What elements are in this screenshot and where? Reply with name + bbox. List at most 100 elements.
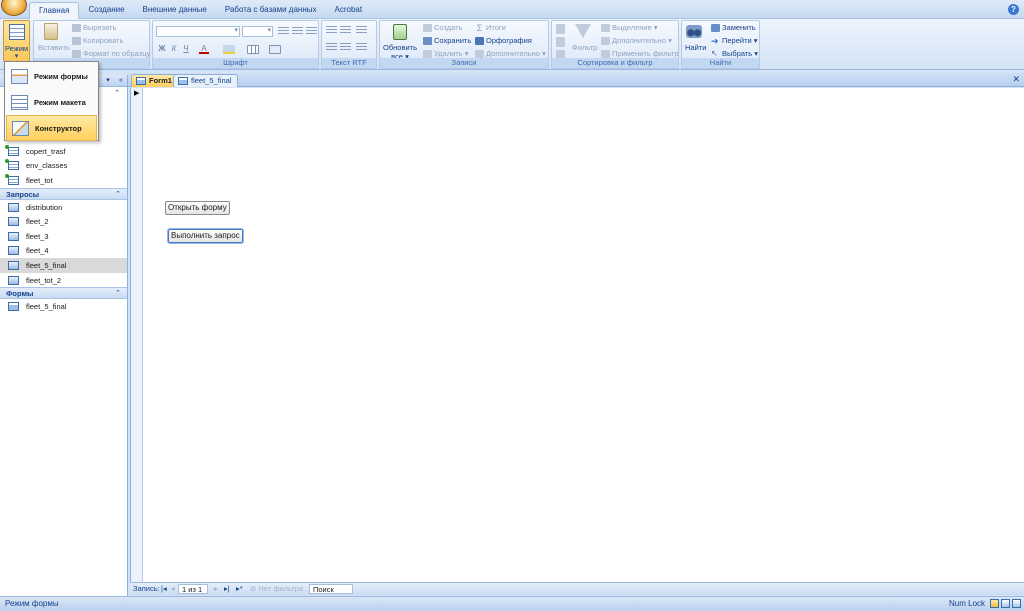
nav-item-query[interactable]: fleet_tot_2 — [0, 273, 127, 288]
arrow-right-icon: ➔ — [711, 36, 719, 47]
nav-menu-chevron-icon[interactable]: ▾ — [103, 76, 113, 86]
sort-descending-icon[interactable] — [556, 37, 565, 47]
new-record-button[interactable]: Создать — [423, 23, 463, 33]
query-icon — [8, 231, 19, 241]
font-size-combo[interactable] — [242, 26, 273, 37]
tab-external-data[interactable]: Внешние данные — [134, 2, 216, 19]
tab-create[interactable]: Создание — [79, 2, 133, 19]
records-group-text: Записи — [451, 58, 477, 67]
next-record-icon[interactable]: ▸ — [214, 584, 218, 593]
italic-button[interactable]: К — [169, 44, 179, 54]
gridlines-icon[interactable] — [247, 45, 259, 54]
select-button[interactable]: ↖ Выбрать ▾ — [711, 49, 758, 58]
tab-database-tools[interactable]: Работа с базами данных — [216, 2, 326, 19]
format-painter-button[interactable]: Формат по образцу — [72, 49, 151, 59]
delete-record-button[interactable]: Удалить ▾ — [423, 49, 469, 59]
nav-item-query[interactable]: fleet_3 — [0, 229, 127, 244]
nav-item-label: fleet_tot — [26, 175, 53, 185]
selection-button[interactable]: Выделение ▾ — [601, 23, 658, 33]
ribbon-tab-strip: Главная Создание Внешние данные Работа с… — [0, 0, 1024, 19]
fill-color-icon[interactable] — [223, 45, 235, 54]
section-collapse-icon[interactable]: ⌃ — [112, 89, 122, 99]
tab-acrobat[interactable]: Acrobat — [326, 2, 372, 19]
advanced-filter-icon — [601, 37, 610, 46]
records-more-button[interactable]: Дополнительно ▾ — [475, 49, 546, 59]
records-group: Обновить все ▾ Создать Сохранить Удалить… — [379, 20, 549, 69]
design-view-icon[interactable] — [1012, 599, 1021, 608]
spelling-icon — [475, 37, 484, 46]
new-record-nav-icon[interactable]: ▸* — [236, 584, 243, 593]
find-group-label: Найти — [682, 58, 759, 68]
filter-button[interactable]: Фильтр — [572, 24, 597, 52]
collapse-icon[interactable]: ⌃ — [115, 189, 121, 201]
record-selector-bar[interactable]: ▶ — [131, 88, 143, 582]
run-query-button[interactable]: Выполнить запрос — [167, 228, 244, 244]
nav-item-query[interactable]: fleet_2 — [0, 214, 127, 229]
last-record-icon[interactable]: ▸| — [224, 584, 230, 593]
clear-sort-icon[interactable] — [556, 50, 565, 58]
advanced-filter-button[interactable]: Дополнительно ▾ — [601, 36, 672, 46]
layout-view-icon[interactable] — [1001, 599, 1010, 608]
apply-filter-button[interactable]: Применить фильтр — [601, 49, 679, 59]
numbering-icon[interactable] — [340, 43, 351, 52]
cut-button[interactable]: Вырезать — [72, 23, 116, 33]
linked-table-icon — [5, 159, 19, 171]
help-icon[interactable]: ? — [1008, 4, 1019, 15]
nav-item-label: fleet_5_final — [26, 260, 67, 270]
find-button[interactable]: Найти — [685, 25, 706, 52]
tab-home[interactable]: Главная — [29, 2, 80, 19]
underline-button[interactable]: Ч — [181, 44, 191, 54]
alt-fill-icon[interactable] — [269, 45, 281, 54]
doc-tab-form1[interactable]: Form1 — [131, 74, 179, 87]
form-view-icon[interactable] — [990, 599, 999, 608]
first-record-icon[interactable]: |◂ — [161, 584, 167, 593]
totals-button[interactable]: Σ Итоги — [475, 23, 506, 33]
menu-item-design-view[interactable]: Конструктор — [6, 115, 97, 141]
menu-item-form-view[interactable]: Режим формы — [6, 63, 97, 89]
align-center-icon[interactable] — [292, 27, 303, 36]
record-position-field[interactable]: 1 из 1 — [178, 584, 208, 594]
spelling-button[interactable]: Орфография — [475, 36, 532, 46]
nav-item-query[interactable]: fleet_4 — [0, 244, 127, 259]
save-record-button[interactable]: Сохранить — [423, 36, 472, 46]
font-name-combo[interactable] — [156, 26, 240, 37]
align-right-icon[interactable] — [306, 27, 317, 36]
close-icon[interactable]: ✕ — [1012, 74, 1020, 85]
find-group: Найти Заменить ➔ Перейти ▾ ↖ Выбрать ▾ Най… — [681, 20, 760, 69]
menu-item-layout-view[interactable]: Режим макета — [6, 89, 97, 115]
format-painter-label: Формат по образцу — [83, 49, 151, 58]
prev-record-icon[interactable]: ◂ — [171, 584, 175, 593]
nav-item-table[interactable]: fleet_tot — [0, 173, 127, 188]
paragraph-direction-icon[interactable] — [356, 26, 367, 35]
nav-item-table[interactable]: copert_trasf — [0, 144, 127, 159]
linked-table-icon — [5, 173, 19, 185]
font-color-button[interactable]: A — [199, 44, 209, 54]
align-left-icon[interactable] — [278, 27, 289, 36]
office-button[interactable] — [1, 0, 27, 16]
doc-tab-fleet-5-final[interactable]: fleet_5_final — [173, 74, 239, 87]
open-form-button[interactable]: Открыть форму — [165, 201, 230, 215]
replace-button[interactable]: Заменить — [711, 23, 756, 33]
copy-button[interactable]: Копировать — [72, 36, 123, 46]
sort-ascending-icon[interactable] — [556, 24, 565, 34]
nav-item-form[interactable]: fleet_5_final — [0, 299, 127, 314]
nav-section-forms[interactable]: Формы ⌃ — [0, 287, 127, 300]
nav-item-table[interactable]: env_classes — [0, 159, 127, 174]
view-mode-button[interactable]: Режим ▾ — [3, 20, 30, 62]
nav-item-query-selected[interactable]: fleet_5_final — [0, 258, 127, 273]
nav-collapse-icon[interactable]: « — [116, 76, 126, 86]
increase-indent-icon[interactable] — [340, 26, 351, 35]
nav-item-label: fleet_2 — [26, 217, 49, 227]
nav-section-queries[interactable]: Запросы ⌃ — [0, 187, 127, 201]
nav-item-query[interactable]: distribution — [0, 200, 127, 215]
filter-status[interactable]: ⊘ Нет фильтра — [250, 584, 303, 593]
save-record-label: Сохранить — [434, 36, 472, 45]
goto-button[interactable]: ➔ Перейти ▾ — [711, 36, 758, 47]
bold-button[interactable]: Ж — [157, 44, 167, 54]
paste-button[interactable]: Вставить — [38, 23, 70, 52]
collapse-icon[interactable]: ⌃ — [115, 288, 121, 300]
decrease-indent-icon[interactable] — [326, 26, 337, 35]
search-input[interactable]: Поиск — [309, 584, 353, 594]
highlight-icon[interactable] — [356, 43, 367, 52]
bullets-icon[interactable] — [326, 43, 337, 52]
